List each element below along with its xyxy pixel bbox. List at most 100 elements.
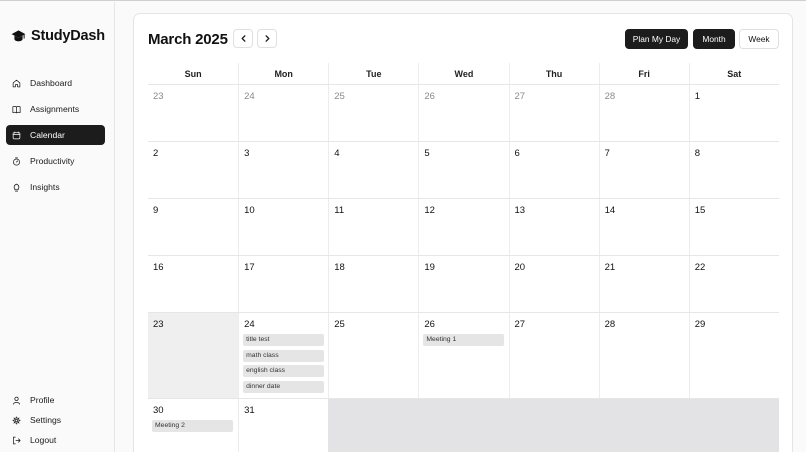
user-icon: [13, 396, 20, 405]
calendar-icon: [12, 130, 21, 139]
event-chip[interactable]: english class: [243, 365, 325, 377]
day-cell[interactable]: 8: [688, 142, 779, 198]
day-number: 28: [604, 319, 616, 330]
day-cell[interactable]: 23: [148, 313, 239, 398]
day-cell[interactable]: 1: [688, 85, 779, 141]
weekday-label: Thu: [508, 63, 599, 84]
gear-icon: [12, 415, 21, 425]
day-cell[interactable]: 3: [238, 142, 328, 198]
day-cell[interactable]: 10: [238, 199, 328, 255]
day-cell[interactable]: 25: [328, 313, 418, 398]
day-cell[interactable]: 15: [688, 199, 779, 255]
day-cell[interactable]: 18: [328, 256, 418, 312]
day-cell[interactable]: 9: [148, 199, 238, 255]
day-cell[interactable]: 12: [418, 199, 508, 255]
day-number: 11: [334, 205, 345, 216]
day-cell[interactable]: 13: [508, 199, 599, 255]
event-chip[interactable]: title test: [243, 334, 325, 346]
day-cell[interactable]: 2: [148, 142, 238, 198]
sidebar-item-profile[interactable]: Profile: [6, 390, 105, 410]
day-cell[interactable]: 28: [598, 313, 689, 398]
sidebar-item-calendar[interactable]: Calendar: [6, 125, 105, 145]
week-row: 30 Meeting 2 31: [148, 399, 779, 452]
brand-name: StudyDash: [31, 28, 105, 44]
calendar-grid: Sun Mon Tue Wed Thu Fri Sat 23 24 25 26 27 28 1 2 3 4 5 6…: [148, 63, 779, 452]
day-number: 9: [153, 205, 159, 216]
weekday-header: Sun Mon Tue Wed Thu Fri Sat: [148, 63, 779, 85]
chevron-right-icon: [265, 35, 269, 42]
day-cell[interactable]: 30 Meeting 2: [148, 399, 238, 452]
day-cell[interactable]: 25: [328, 85, 418, 141]
day-cell[interactable]: 19: [418, 256, 508, 312]
empty-cell: [598, 399, 689, 452]
day-cell[interactable]: 31: [238, 399, 328, 452]
day-cell[interactable]: 16: [148, 256, 238, 312]
day-cell[interactable]: 22: [688, 256, 779, 312]
day-cell[interactable]: 28: [598, 85, 689, 141]
day-cell[interactable]: 24: [238, 85, 328, 141]
sidebar-item-assignments[interactable]: Assignments: [6, 99, 105, 119]
sidebar-item-dashboard[interactable]: Dashboard: [6, 73, 105, 93]
sidebar-item-logout[interactable]: Logout: [6, 430, 105, 450]
event-chip[interactable]: math class: [243, 349, 325, 362]
week-row: 16 17 18 19 20 21 22: [148, 256, 779, 313]
empty-cell: [418, 399, 509, 452]
day-cell[interactable]: 29: [688, 313, 779, 398]
empty-cell: [508, 399, 599, 452]
day-number: 21: [604, 262, 616, 273]
day-cell[interactable]: 27: [508, 85, 599, 141]
month-title: March 2025: [148, 31, 228, 48]
weekday-label: Wed: [418, 63, 508, 84]
day-cell[interactable]: 7: [598, 142, 689, 198]
day-number: 5: [424, 148, 430, 159]
next-month-button[interactable]: [257, 29, 277, 48]
day-cell[interactable]: 14: [598, 199, 689, 255]
day-number: 18: [334, 262, 345, 273]
brand[interactable]: StudyDash: [11, 28, 105, 44]
day-number: 17: [244, 262, 255, 273]
day-number: 24: [244, 319, 255, 330]
day-number: 14: [604, 205, 616, 216]
day-cell[interactable]: 5: [418, 142, 508, 198]
day-number: 3: [244, 148, 250, 159]
event-chip[interactable]: Meeting 1: [423, 334, 505, 346]
day-number: 6: [514, 148, 520, 159]
day-cell[interactable]: 26: [418, 85, 508, 141]
event-chip[interactable]: dinner date: [243, 380, 325, 393]
day-cell[interactable]: 4: [328, 142, 418, 198]
week-view-button[interactable]: Week: [739, 29, 779, 49]
day-cell[interactable]: 11: [328, 199, 418, 255]
day-number: 7: [604, 148, 610, 159]
day-cell[interactable]: 26 Meeting 1: [418, 313, 508, 398]
month-view-button[interactable]: Month: [693, 29, 735, 49]
sidebar-item-insights[interactable]: Insights: [6, 177, 105, 197]
event-list: title test math class english class dinner …: [243, 334, 325, 393]
day-cell[interactable]: 6: [508, 142, 599, 198]
event-chip[interactable]: Meeting 2: [152, 420, 233, 432]
sidebar-item-label: Dashboard: [30, 78, 73, 88]
sidebar-item-settings[interactable]: Settings: [6, 410, 105, 430]
day-cell[interactable]: 24 title test math class english class dinne…: [238, 313, 328, 398]
day-number: 29: [694, 319, 706, 330]
day-cell[interactable]: 21: [598, 256, 689, 312]
sidebar-item-label: Calendar: [30, 130, 65, 140]
day-cell[interactable]: 20: [508, 256, 599, 312]
day-number: 8: [694, 148, 701, 159]
logout-icon: [13, 436, 21, 444]
weekday-label: Mon: [238, 63, 328, 84]
prev-month-button[interactable]: [233, 29, 253, 48]
weekday-label: Tue: [328, 63, 418, 84]
day-cell[interactable]: 23: [148, 85, 238, 141]
empty-cell: [688, 399, 779, 452]
day-number: 23: [153, 319, 164, 330]
graduation-cap-icon: [11, 30, 26, 42]
empty-cell: [328, 399, 419, 452]
day-cell[interactable]: 17: [238, 256, 328, 312]
plan-my-day-button[interactable]: Plan My Day: [625, 29, 688, 49]
day-cell[interactable]: 27: [508, 313, 599, 398]
sidebar-item-productivity[interactable]: Productivity: [6, 151, 105, 171]
chevron-left-icon: [241, 35, 245, 42]
day-number: 19: [424, 262, 435, 273]
day-number: 4: [334, 148, 340, 159]
day-number: 25: [334, 319, 345, 330]
